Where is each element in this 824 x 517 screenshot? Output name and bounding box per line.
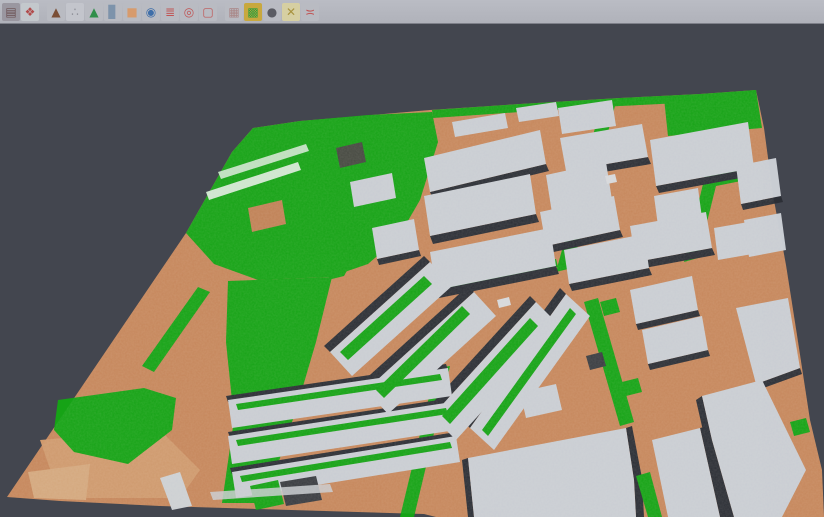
side-panel-button[interactable]: ▊: [104, 3, 122, 21]
measure-rows-button[interactable]: ≍: [301, 3, 319, 21]
color-points-button[interactable]: ❖: [21, 3, 39, 21]
orthophoto-button[interactable]: ■: [123, 3, 141, 21]
globe-icon: ◉: [146, 6, 156, 18]
panel-blue-icon: ▊: [108, 6, 117, 18]
pick-circle-button[interactable]: ◎: [180, 3, 198, 21]
clip-box-button[interactable]: ✕: [282, 3, 300, 21]
grid-tool-button[interactable]: ▦: [225, 3, 243, 21]
toolbar: ▤❖▲∴▲▊■◉≣◎▢▦▩●✕≍: [0, 0, 824, 24]
terrain-brown-icon: ▲: [51, 6, 60, 18]
grid-muted-icon: ▦: [228, 6, 239, 18]
sphere-dark-icon: ●: [267, 6, 277, 18]
classification-button[interactable]: ▩: [244, 3, 262, 21]
layer-list-button[interactable]: ≣: [161, 3, 179, 21]
scene-svg[interactable]: [0, 0, 824, 517]
dem-brown-button[interactable]: ▲: [47, 3, 65, 21]
toolbar-group: ▲ ∴ ▲ ▊ ■ ◉ ≣ ◎ ▢: [47, 3, 217, 21]
sparse-points-icon: ∴: [71, 6, 79, 18]
red-ring-icon: ◎: [184, 6, 194, 18]
toolbar-group: ▦ ▩ ● ✕ ≍: [225, 3, 319, 21]
classification-icon: ▩: [247, 6, 258, 18]
folder-dark-icon: ▤: [5, 6, 16, 18]
app-window: ▤❖▲∴▲▊■◉≣◎▢▦▩●✕≍: [0, 0, 824, 517]
open-project-button[interactable]: ▤: [2, 3, 20, 21]
terrain-noise-overlay: [0, 0, 824, 517]
red-brackets-icon: ▢: [202, 6, 213, 18]
terrain-green-icon: ▲: [89, 6, 98, 18]
points-sparse-button[interactable]: ∴: [66, 3, 84, 21]
ortho-orange-icon: ■: [126, 6, 137, 18]
viewport-3d[interactable]: [0, 24, 824, 517]
dem-green-button[interactable]: ▲: [85, 3, 103, 21]
red-list-icon: ≣: [165, 6, 175, 18]
dark-sphere-button[interactable]: ●: [263, 3, 281, 21]
rect-select-button[interactable]: ▢: [199, 3, 217, 21]
red-rows-icon: ≍: [305, 6, 315, 18]
globe-view-button[interactable]: ◉: [142, 3, 160, 21]
clip-yellow-icon: ✕: [286, 6, 296, 18]
toolbar-group: ▤❖: [2, 3, 39, 21]
color-points-icon: ❖: [25, 6, 36, 18]
